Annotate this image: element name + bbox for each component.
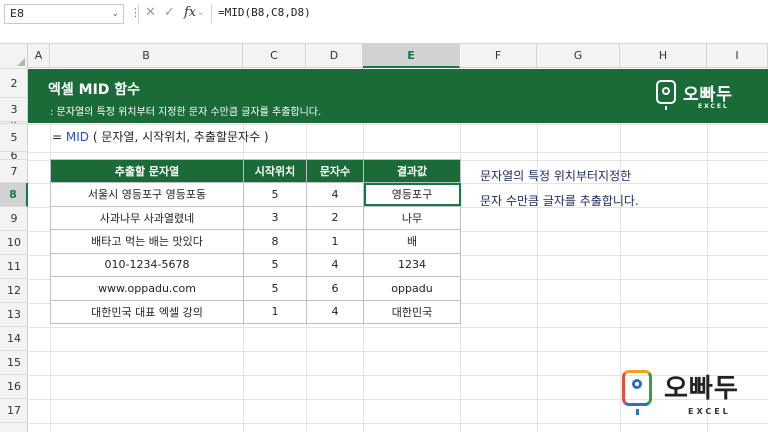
cell-start-position[interactable]: 5 (243, 252, 307, 277)
header-start-position[interactable]: 시작위치 (243, 159, 307, 183)
function-syntax: = MID ( 문자열, 시작위치, 추출할문자수 ) (52, 128, 269, 145)
cell-result[interactable]: 배 (363, 229, 461, 254)
cell-start-position[interactable]: 8 (243, 229, 307, 254)
table-row: 대한민국 대표 엑셀 강의 1 4 대한민국 (50, 299, 461, 324)
cell-source-text[interactable]: 사과나무 사과열렸네 (50, 205, 244, 230)
table-row: 배타고 먹는 배는 맛있다 8 1 배 (50, 229, 461, 254)
row-header-11[interactable]: 11 (0, 255, 28, 279)
column-headers: A B C D E F G H I (0, 44, 768, 68)
cell-source-text[interactable]: www.oppadu.com (50, 276, 244, 301)
row-header-16[interactable]: 16 (0, 375, 28, 399)
cell-result[interactable]: 나무 (363, 205, 461, 230)
cell-source-text[interactable]: 대한민국 대표 엑셀 강의 (50, 299, 244, 324)
row-header-2[interactable]: 2 (0, 69, 28, 98)
row-header-17[interactable]: 17 (0, 399, 28, 423)
name-box-value: E8 (10, 7, 24, 20)
oppadu-logo-icon (656, 80, 676, 110)
cell-char-count[interactable]: 4 (306, 299, 364, 324)
example-table: 추출할 문자열 시작위치 문자수 결과값 서울시 영등포구 영등포동 5 4 영… (50, 159, 461, 324)
logo-name: 오빠두 (664, 374, 739, 404)
column-header-a[interactable]: A (28, 44, 50, 68)
divider (211, 5, 212, 23)
table-row: 010-1234-5678 5 4 1234 (50, 252, 461, 277)
more-options-icon[interactable]: ⋮ (130, 4, 141, 22)
logo-subtitle: EXCEL (688, 407, 731, 416)
row-header-7[interactable]: 7 (0, 160, 28, 183)
header-char-count[interactable]: 문자수 (306, 159, 364, 183)
syntax-prefix: = (52, 130, 66, 144)
row-header-6[interactable]: 6 (0, 152, 28, 160)
description-note: 문자열의 특정 위치부터지정한 문자 수만큼 글자를 추출합니다. (480, 164, 639, 214)
syntax-function-name: MID (65, 130, 90, 144)
chevron-down-icon[interactable]: ⌄ (197, 4, 205, 22)
note-line-1: 문자열의 특정 위치부터지정한 (480, 169, 632, 183)
table-row: 서울시 영등포구 영등포동 5 4 영등포구 (50, 182, 461, 207)
row-header-5[interactable]: 5 (0, 124, 28, 152)
cell-char-count[interactable]: 4 (306, 252, 364, 277)
formula-input[interactable]: =MID(B8,C8,D8) (218, 5, 311, 21)
cell-source-text[interactable]: 배타고 먹는 배는 맛있다 (50, 229, 244, 254)
cell-char-count[interactable]: 1 (306, 229, 364, 254)
banner-subtitle: : 문자열의 특정 위치부터 지정한 문자 수만큼 글자를 추출합니다. (50, 107, 322, 118)
row-headers: 1 2 3 4 5 6 7 8 9 10 11 12 13 14 15 16 1… (0, 68, 28, 432)
cell-result[interactable]: 대한민국 (363, 299, 461, 324)
oppadu-logo-icon (622, 370, 652, 415)
column-header-b[interactable]: B (50, 44, 243, 68)
cell-start-position[interactable]: 1 (243, 299, 307, 324)
enter-icon[interactable]: ✓ (164, 4, 175, 22)
row-header-8[interactable]: 8 (0, 183, 28, 207)
cell-result[interactable]: 1234 (363, 252, 461, 277)
row-header-12[interactable]: 12 (0, 279, 28, 303)
table-row: 사과나무 사과열렸네 3 2 나무 (50, 205, 461, 230)
table-header-row: 추출할 문자열 시작위치 문자수 결과값 (50, 159, 461, 183)
row-header-15[interactable]: 15 (0, 351, 28, 375)
insert-function-icon[interactable]: fx (184, 4, 196, 22)
row-header-14[interactable]: 14 (0, 327, 28, 351)
row-header-10[interactable]: 10 (0, 231, 28, 255)
cell-start-position[interactable]: 5 (243, 182, 307, 207)
brand-logo-large: 오빠두 EXCEL (620, 368, 750, 422)
logo-name: 오빠두 (683, 85, 733, 105)
column-header-f[interactable]: F (460, 44, 537, 68)
column-header-c[interactable]: C (243, 44, 306, 68)
banner-title: 엑셀 MID 함수 (48, 82, 141, 98)
chevron-down-icon[interactable]: ⌄ (111, 5, 119, 23)
note-line-2: 문자 수만큼 글자를 추출합니다. (480, 194, 639, 208)
name-box[interactable]: E8 ⌄ (4, 4, 124, 24)
title-banner: 엑셀 MID 함수 : 문자열의 특정 위치부터 지정한 문자 수만큼 글자를 … (28, 69, 768, 123)
cancel-icon[interactable]: ✕ (145, 4, 156, 22)
divider (138, 5, 139, 23)
cell-source-text[interactable]: 서울시 영등포구 영등포동 (50, 182, 244, 207)
cell-start-position[interactable]: 5 (243, 276, 307, 301)
column-header-d[interactable]: D (306, 44, 363, 68)
header-source-text[interactable]: 추출할 문자열 (50, 159, 244, 183)
select-all-button[interactable] (0, 44, 28, 68)
row-header-9[interactable]: 9 (0, 207, 28, 231)
cell-result[interactable]: oppadu (363, 276, 461, 301)
cell-char-count[interactable]: 4 (306, 182, 364, 207)
syntax-args: ( 문자열, 시작위치, 추출할문자수 ) (89, 130, 269, 144)
row-header-13[interactable]: 13 (0, 303, 28, 327)
column-header-e[interactable]: E (363, 44, 460, 68)
cell-start-position[interactable]: 3 (243, 205, 307, 230)
row-header-3[interactable]: 3 (0, 98, 28, 122)
cell-char-count[interactable]: 2 (306, 205, 364, 230)
logo-subtitle: EXCEL (698, 103, 729, 110)
table-row: www.oppadu.com 5 6 oppadu (50, 276, 461, 301)
header-result[interactable]: 결과값 (363, 159, 461, 183)
column-header-i[interactable]: I (707, 44, 768, 68)
brand-logo: 오빠두 EXCEL (656, 78, 738, 114)
cell-result-active[interactable]: 영등포구 (363, 182, 461, 207)
column-header-h[interactable]: H (620, 44, 707, 68)
formula-bar: E8 ⌄ ⋮ ✕ ✓ fx ⌄ =MID(B8,C8,D8) (0, 0, 768, 44)
cell-source-text[interactable]: 010-1234-5678 (50, 252, 244, 277)
column-header-g[interactable]: G (537, 44, 620, 68)
cell-char-count[interactable]: 6 (306, 276, 364, 301)
